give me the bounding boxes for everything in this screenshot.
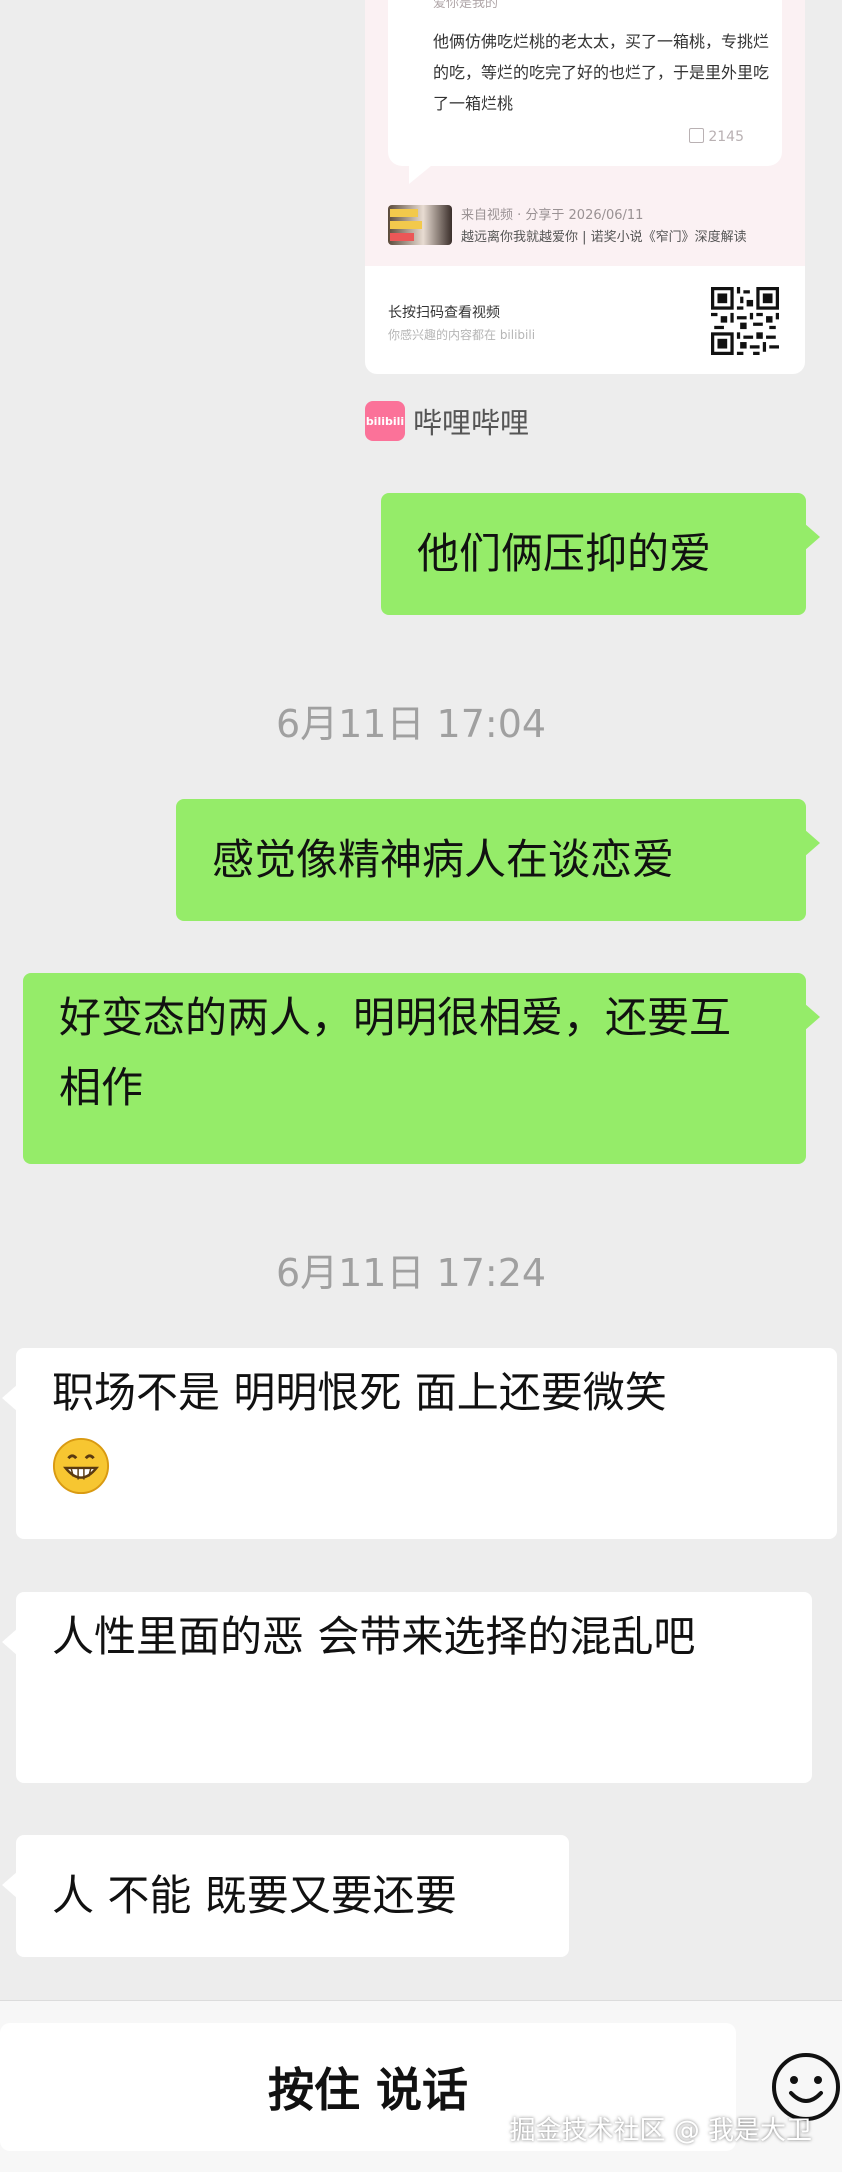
video-source: 来自视频 · 分享于 2026/06/11 [461,208,644,223]
like-count: 2145 [689,128,744,145]
card-source: bilibili 哔哩哔哩 [365,400,529,442]
timestamp: 6月11日 17:04 [275,702,547,746]
message-text: 职场不是 明明恨死 面上还要微笑 [52,1358,667,1498]
message-text: 他们俩压抑的爱 [417,529,712,578]
message-text-body: 职场不是 明明恨死 面上还要微笑 [52,1368,667,1417]
message-text: 感觉像精神病人在谈恋爱 [212,835,675,884]
like-count-value: 2145 [708,129,744,145]
message-text: 人性里面的恶 会带来选择的混乱吧 [52,1612,696,1661]
quote-box: 爱你是我的 他俩仿佛吃烂桃的老太太，买了一箱桃，专挑烂的吃，等烂的吃完了好的也烂… [388,0,782,166]
scan-tip: 长按扫码查看视频 [388,305,500,321]
message-text: 人 不能 既要又要还要 [52,1871,457,1920]
quote-text: 他俩仿佛吃烂桃的老太太，买了一箱桃，专挑烂的吃，等烂的吃完了好的也烂了，于是里外… [433,32,770,113]
watermark: 掘金技术社区 @ 我是大卫 [509,2116,812,2146]
bilibili-share-card[interactable]: 爱你是我的 他俩仿佛吃烂桃的老太太，买了一箱桃，专挑烂的吃，等烂的吃完了好的也烂… [365,0,805,374]
timestamp: 6月11日 17:24 [275,1251,547,1295]
video-thumbnail [388,205,452,245]
message-bubble-received[interactable]: 人性里面的恶 会带来选择的混乱吧 [2,1592,812,1783]
message-bubble-received[interactable]: 职场不是 明明恨死 面上还要微笑 [2,1348,837,1539]
grinning-face-icon [52,1437,110,1494]
message-text: 好变态的两人，明明很相爱，还要互相作 [59,993,732,1112]
message-bubble-sent[interactable]: 感觉像精神病人在谈恋爱 [176,799,820,921]
message-bubble-sent[interactable]: 他们俩压抑的爱 [381,493,820,615]
thumbs-up-icon [689,128,705,143]
share-card-top: 爱你是我的 他俩仿佛吃烂桃的老太太，买了一箱桃，专挑烂的吃，等烂的吃完了好的也烂… [365,0,805,266]
bilibili-logo-icon: bilibili [365,401,405,441]
scan-subtitle: 你感兴趣的内容都在 bilibili [388,328,536,342]
quote-head: 爱你是我的 [433,0,499,11]
quote-tail [409,166,431,184]
message-bubble-received[interactable]: 人 不能 既要又要还要 [2,1835,569,1957]
message-bubble-sent[interactable]: 好变态的两人，明明很相爱，还要互相作 [23,973,820,1164]
qr-code-icon[interactable] [711,287,779,355]
source-label: 哔哩哔哩 [413,406,530,440]
video-title: 越远离你我就越爱你 | 诺奖小说《窄门》深度解读 [461,230,747,245]
